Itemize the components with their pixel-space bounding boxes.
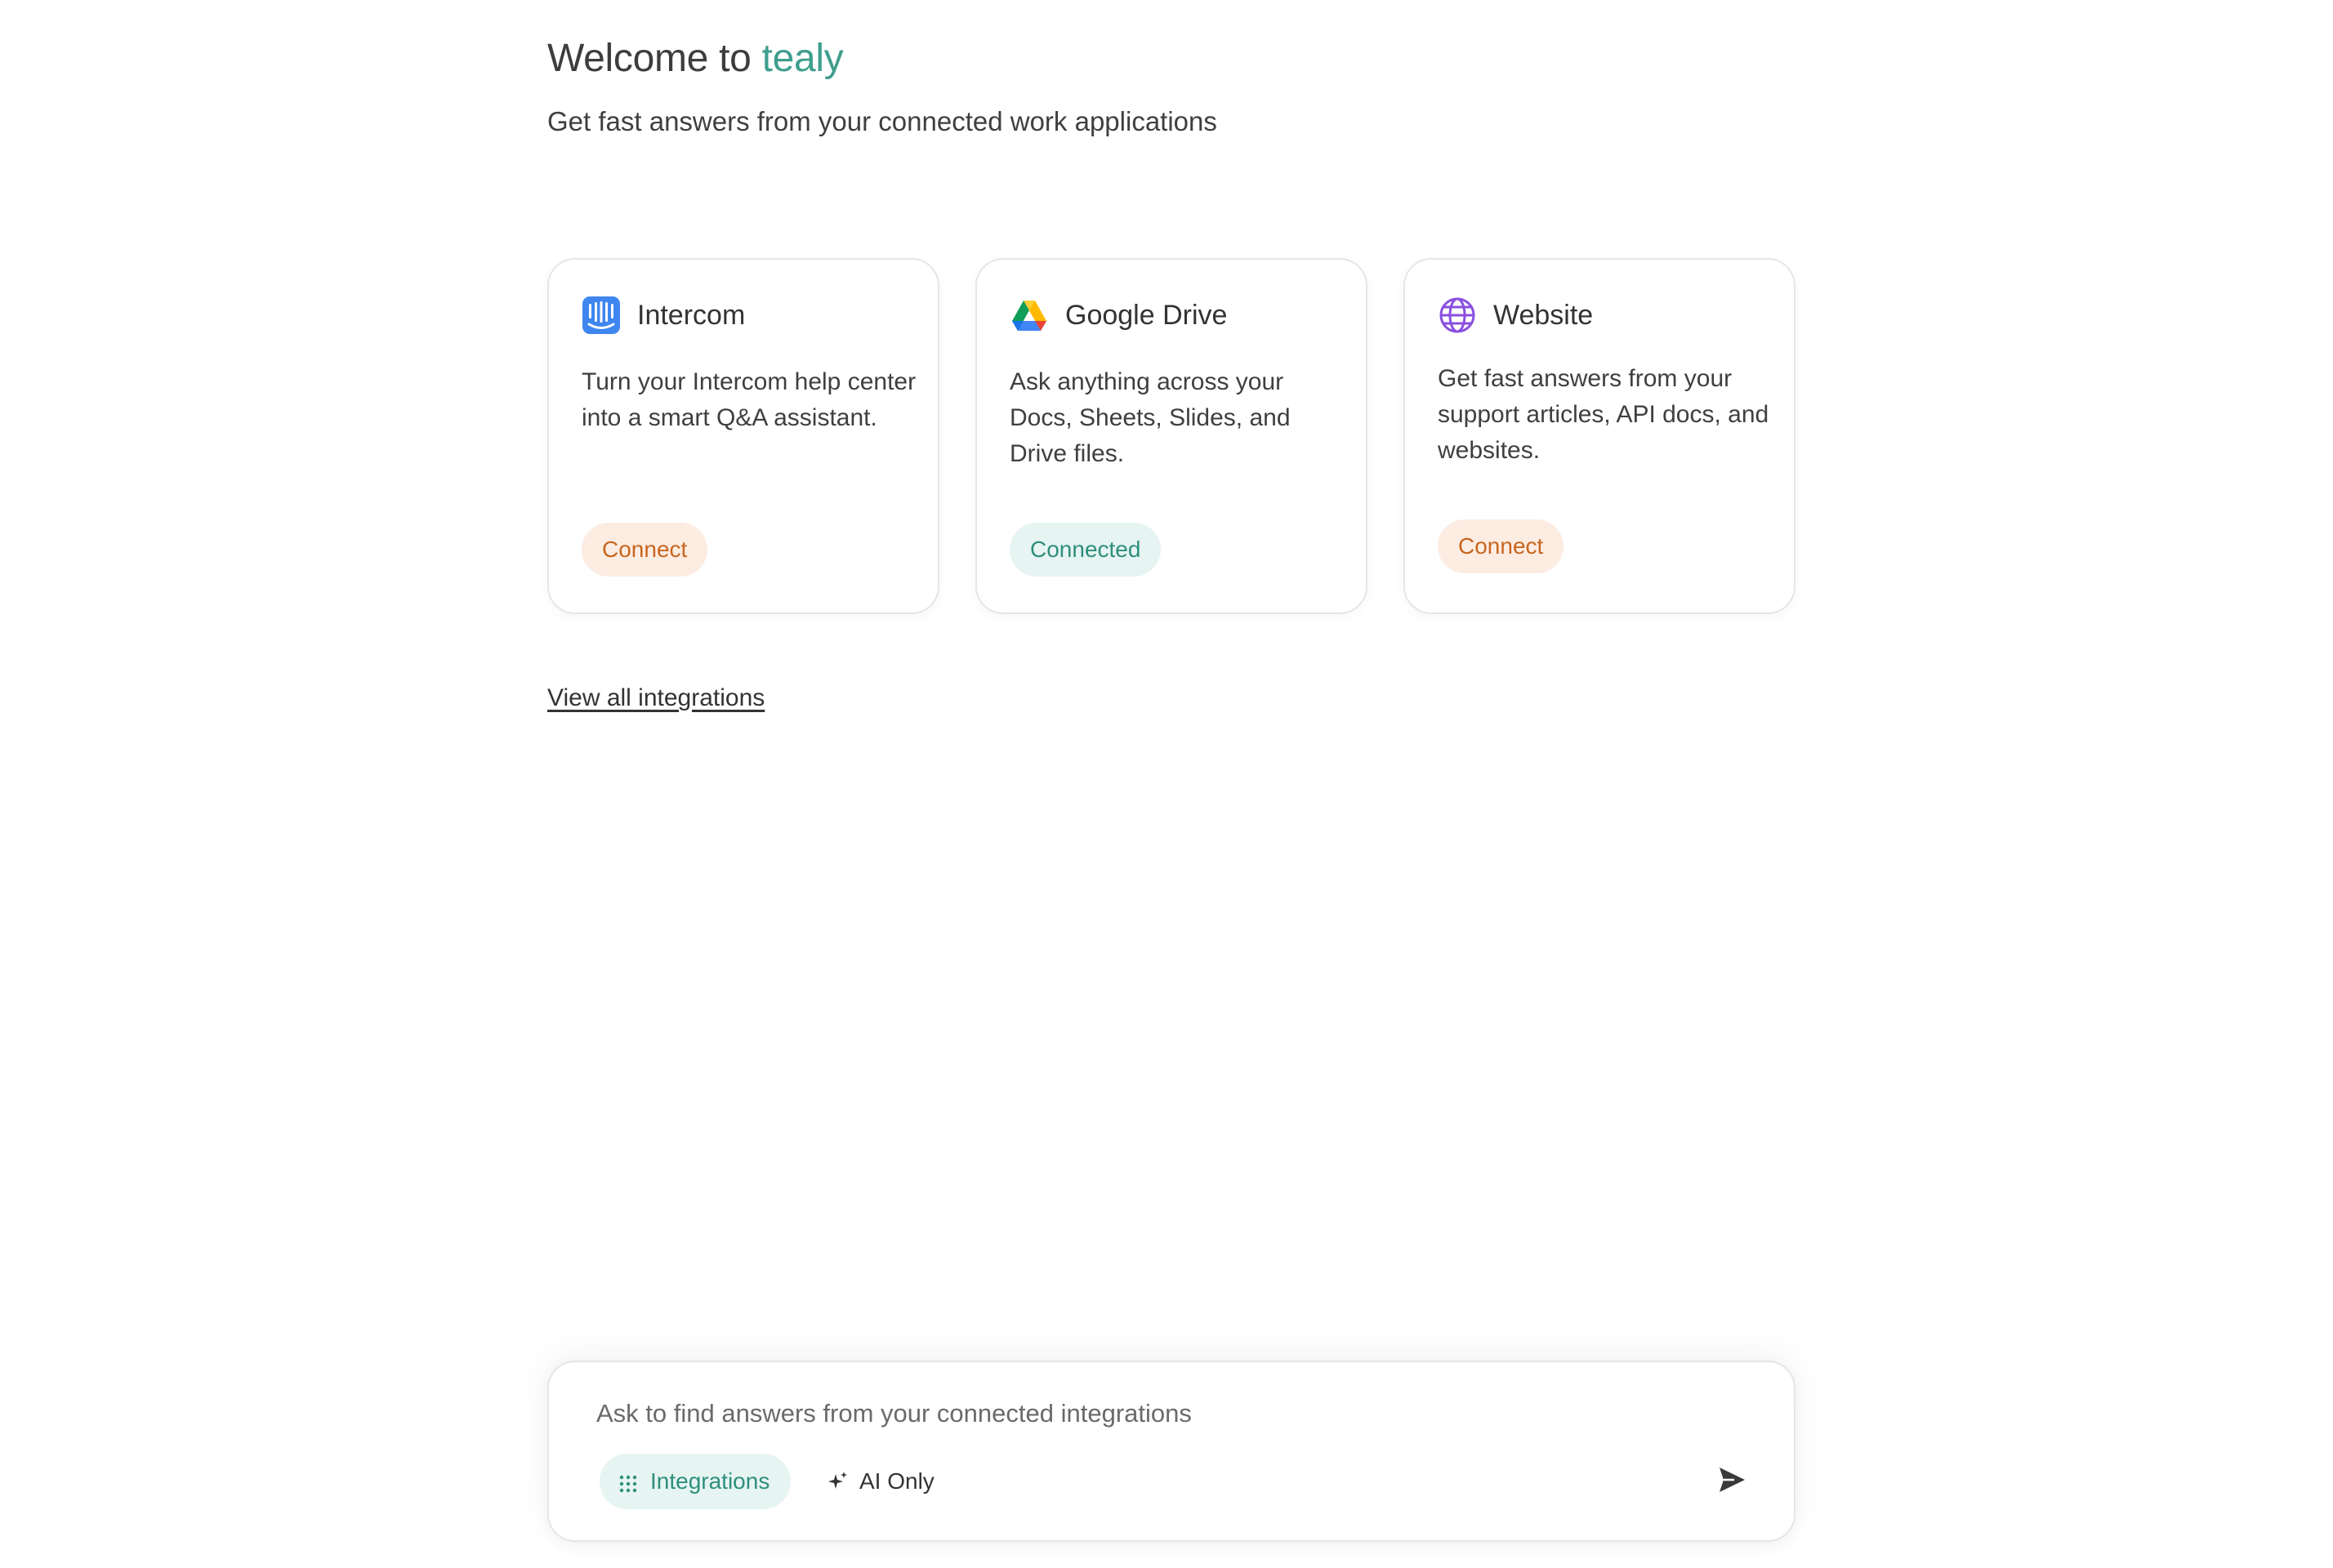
card-title: Website xyxy=(1493,299,1594,331)
main-page: Welcome to tealy Get fast answers from y… xyxy=(547,0,1795,1568)
integration-cards: Intercom Turn your Intercom help center … xyxy=(547,258,1795,614)
view-all-integrations-link[interactable]: View all integrations xyxy=(547,684,765,712)
card-title: Intercom xyxy=(637,299,746,331)
page-title: Welcome to tealy xyxy=(547,36,844,81)
globe-icon xyxy=(1438,296,1477,335)
sparkle-icon xyxy=(827,1470,850,1493)
grid-icon xyxy=(619,1472,637,1493)
send-button[interactable] xyxy=(1712,1462,1751,1501)
connect-button-website[interactable]: Connect xyxy=(1438,519,1564,573)
card-header: Google Drive xyxy=(1010,296,1227,335)
card-header: Website xyxy=(1438,296,1593,335)
connected-badge-google-drive[interactable]: Connected xyxy=(1010,523,1162,577)
ai-only-toggle[interactable]: AI Only xyxy=(823,1454,938,1509)
card-header: Intercom xyxy=(582,296,745,335)
page-subtitle: Get fast answers from your connected wor… xyxy=(547,106,1217,136)
card-title: Google Drive xyxy=(1065,299,1228,331)
ai-only-label: AI Only xyxy=(859,1468,935,1494)
brand-name: tealy xyxy=(761,37,844,80)
integration-card-intercom: Intercom Turn your Intercom help center … xyxy=(547,258,939,614)
send-icon xyxy=(1716,1464,1747,1499)
question-input[interactable] xyxy=(596,1393,1740,1434)
card-description: Turn your Intercom help center into a sm… xyxy=(582,368,917,431)
connect-button-intercom[interactable]: Connect xyxy=(582,523,708,577)
google-drive-icon xyxy=(1010,296,1049,335)
integrations-filter-button[interactable]: Integrations xyxy=(600,1454,792,1509)
integrations-filter-label: Integrations xyxy=(650,1468,770,1494)
integration-card-website: Website Get fast answers from your suppo… xyxy=(1403,258,1795,614)
chat-composer: Integrations AI Only xyxy=(547,1361,1795,1542)
card-description: Get fast answers from your support artic… xyxy=(1438,365,1769,464)
welcome-prefix: Welcome to xyxy=(547,37,762,80)
integration-card-google-drive: Google Drive Ask anything across your Do… xyxy=(975,258,1367,614)
intercom-icon xyxy=(582,296,621,335)
card-description: Ask anything across your Docs, Sheets, S… xyxy=(1010,368,1291,467)
